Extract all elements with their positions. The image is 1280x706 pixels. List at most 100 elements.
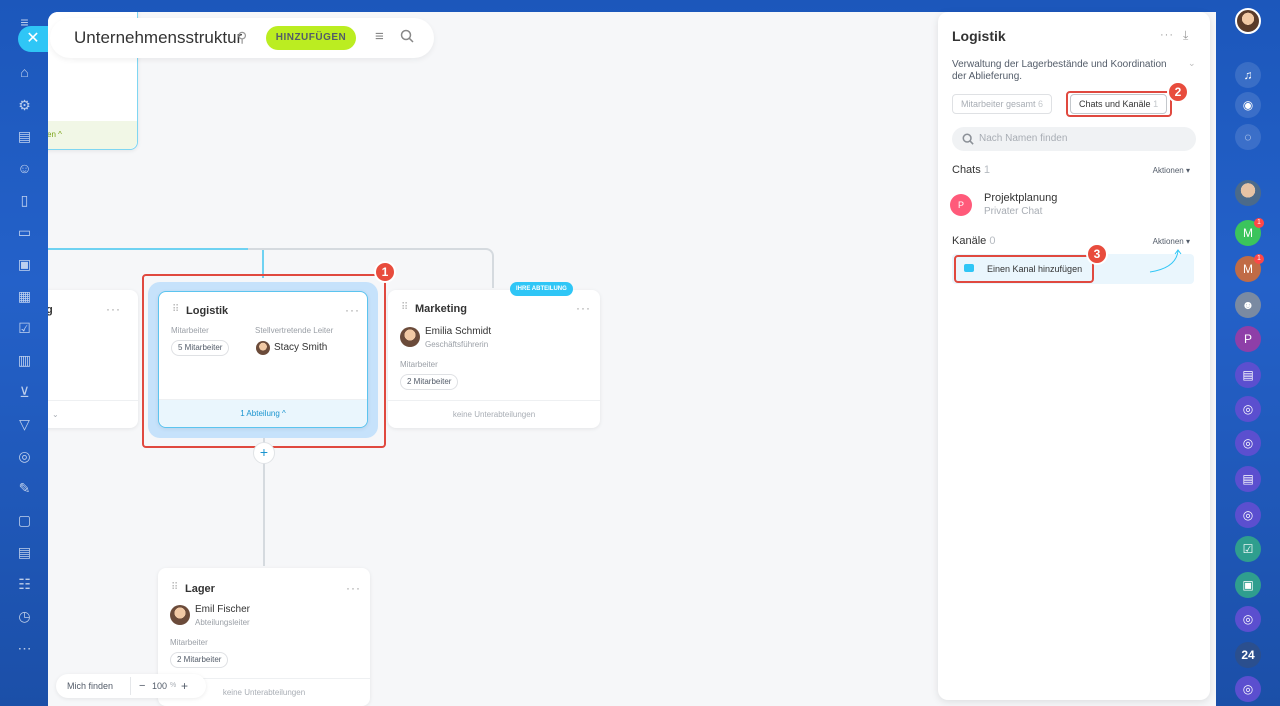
chats-actions-dropdown[interactable]: Aktionen ▾	[1153, 166, 1190, 175]
chat-avatar: P	[950, 194, 972, 216]
unread-badge: 1	[1254, 254, 1264, 264]
settings-icon[interactable]: ⚙	[16, 97, 33, 114]
structure-icon[interactable]: ▤	[16, 544, 33, 561]
more-icon[interactable]: ⋯	[16, 640, 33, 657]
zoom-bar: Mich finden − 100 % +	[56, 674, 206, 698]
panel-title: Logistik	[952, 28, 1006, 44]
hint-arrow-icon	[1149, 249, 1182, 273]
app-icon[interactable]: ◎	[1235, 502, 1261, 528]
zoom-in-button[interactable]: +	[181, 679, 188, 693]
app-icon[interactable]: ◎	[1235, 676, 1261, 702]
search-icon	[962, 133, 974, 145]
avatar[interactable]	[400, 327, 420, 347]
cart-icon[interactable]: ⊻	[16, 384, 33, 401]
calendar-icon[interactable]: ▦	[16, 288, 33, 305]
divider	[130, 677, 131, 695]
app-icon[interactable]: ◎	[1235, 430, 1261, 456]
head-name[interactable]: Emil Fischer	[195, 604, 250, 615]
card-title: g	[48, 304, 53, 316]
chevron-down-icon[interactable]: ⌄	[52, 401, 59, 429]
clock-icon[interactable]: ◷	[16, 608, 33, 625]
more-icon[interactable]: ···	[346, 581, 361, 595]
highlight-box-2	[1066, 91, 1172, 117]
tasks-icon[interactable]: ☑	[1235, 536, 1261, 562]
left-sidebar: ≡ ✕ ⌂ ⚙ ▤ ☺ ▯ ▭ ▣ ▦ ☑ ▥ ⊻ ▽ ◎ ✎ ▢ ▤ ☷ ◷ …	[0, 0, 48, 706]
employees-label: Mitarbeiter	[400, 360, 438, 369]
drive-icon[interactable]: ▭	[16, 224, 33, 241]
tab-employees[interactable]: Mitarbeiter gesamt 6	[952, 94, 1053, 114]
chat-name[interactable]: Projektplanung	[984, 192, 1057, 204]
card-footer[interactable]: en ^	[48, 121, 137, 149]
bitrix24-icon[interactable]: 24	[1235, 642, 1261, 668]
zoom-unit: %	[170, 682, 177, 689]
card-title: Lager	[185, 583, 215, 595]
page-icon[interactable]: ▯	[16, 192, 33, 209]
card-title: Marketing	[415, 303, 467, 315]
your-department-badge: IHRE ABTEILUNG	[510, 282, 573, 296]
head-name[interactable]: Emilia Schmidt	[425, 326, 491, 337]
app-icon[interactable]: ▤	[1235, 362, 1261, 388]
app-icon[interactable]: ▤	[1235, 466, 1261, 492]
group-avatar[interactable]: ☻	[1235, 292, 1261, 318]
department-description: Verwaltung der Lagerbestände und Koordin…	[952, 59, 1167, 82]
chat-icon[interactable]: ◌	[1235, 124, 1261, 150]
lock-icon[interactable]: ▣	[1235, 572, 1261, 598]
highlight-box-3	[954, 255, 1094, 283]
department-card-marketing[interactable]: IHRE ABTEILUNG ⠿ Marketing ··· Emilia Sc…	[388, 282, 600, 428]
contact-avatar[interactable]: P	[1235, 326, 1261, 352]
pin-icon[interactable]: ⚲	[237, 29, 247, 46]
app-icon[interactable]: ◎	[1235, 606, 1261, 632]
chevron-down-icon[interactable]: ⌄	[1188, 58, 1196, 69]
avatar[interactable]	[170, 605, 190, 625]
chats-section-title: Chats 1	[952, 164, 990, 176]
employees-label: Mitarbeiter	[170, 638, 208, 647]
contact-avatar[interactable]	[1235, 180, 1261, 206]
card-footer: keine Unterabteilungen	[388, 400, 600, 428]
target-icon[interactable]: ◎	[16, 448, 33, 465]
search-input[interactable]: Nach Namen finden	[952, 127, 1196, 151]
highlight-box-1	[142, 274, 386, 448]
collapse-panel-icon[interactable]: ⤓	[1183, 28, 1188, 43]
home-icon[interactable]: ⌂	[16, 64, 33, 81]
tasks-icon[interactable]: ☑	[16, 320, 33, 337]
employees-count-pill[interactable]: 2 Mitarbeiter	[400, 374, 459, 390]
annotation-badge-2: 2	[1167, 81, 1189, 103]
notifications-icon[interactable]: ♫	[1235, 62, 1261, 88]
app-icon[interactable]: ◎	[1235, 396, 1261, 422]
card-footer[interactable]: ⌄	[48, 400, 138, 428]
connector-line	[48, 248, 264, 250]
group-icon[interactable]: ☷	[16, 576, 33, 593]
analytics-icon[interactable]: ▥	[16, 352, 33, 369]
add-subdepartment-button[interactable]: +	[253, 442, 275, 464]
annotation-badge-3: 3	[1086, 243, 1108, 265]
add-button[interactable]: HINZUFÜGEN	[266, 26, 356, 50]
head-role: Geschäftsführerin	[425, 340, 489, 349]
channels-actions-dropdown[interactable]: Aktionen ▾	[1153, 237, 1190, 246]
drag-handle-icon[interactable]: ⠿	[401, 302, 408, 313]
head-role: Abteilungsleiter	[195, 618, 250, 627]
department-detail-panel: Logistik ··· ⤓ Verwaltung der Lagerbestä…	[938, 12, 1210, 700]
more-icon[interactable]: ···	[1160, 29, 1174, 41]
box-icon[interactable]: ▢	[16, 512, 33, 529]
page-title: Unternehmensstruktur	[74, 28, 243, 47]
more-icon[interactable]: ···	[576, 301, 591, 315]
department-card-partial-left[interactable]: g ··· ⌄	[48, 290, 138, 428]
monitor-icon[interactable]: ▣	[16, 256, 33, 273]
zoom-out-button[interactable]: −	[139, 680, 145, 692]
document-icon[interactable]: ▤	[16, 128, 33, 145]
user-avatar[interactable]	[1235, 8, 1261, 34]
users-icon[interactable]: ☺	[16, 160, 33, 177]
filter-icon[interactable]: ▽	[16, 416, 33, 433]
zoom-level: 100	[152, 681, 168, 691]
employees-count-pill[interactable]: 2 Mitarbeiter	[170, 652, 229, 668]
pen-icon[interactable]: ✎	[16, 480, 33, 497]
live-icon[interactable]: ◉	[1235, 92, 1261, 118]
chat-type: Privater Chat	[984, 206, 1043, 217]
right-sidebar: ♫ ◉ ◌ M 1 M 1 ☻ P ▤ ◎ ◎ ▤ ◎ ☑ ▣ ◎ 24 ◎	[1216, 0, 1280, 706]
close-slider-button[interactable]: ✕	[18, 26, 48, 52]
drag-handle-icon[interactable]: ⠿	[171, 582, 178, 593]
search-icon[interactable]	[400, 29, 414, 43]
more-icon[interactable]: ···	[106, 302, 121, 316]
find-me-button[interactable]: Mich finden	[67, 681, 113, 691]
menu-icon[interactable]: ≡	[375, 28, 384, 45]
